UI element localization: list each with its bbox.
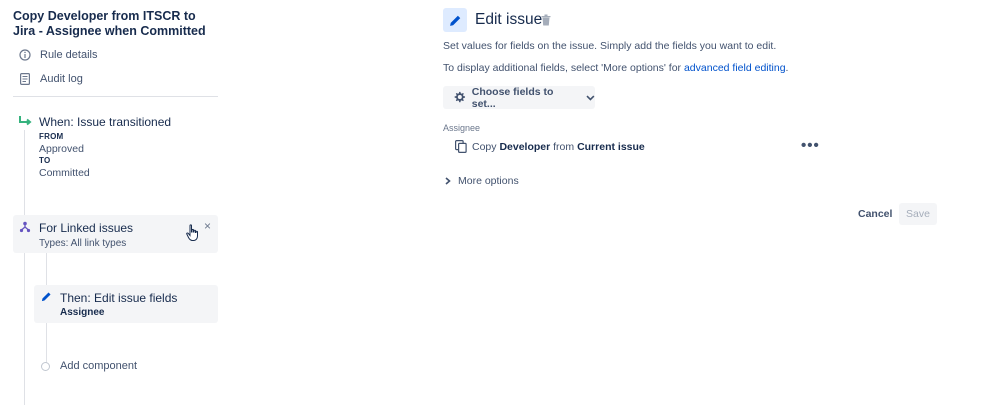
flow-connector <box>24 130 25 405</box>
editor-hint-suffix: . <box>785 62 789 74</box>
more-options-toggle[interactable]: More options <box>445 175 519 187</box>
assignee-field-label: Assignee <box>443 123 481 133</box>
assignee-copy-value[interactable]: Copy Developer from Current issue <box>455 140 645 153</box>
trash-icon[interactable] <box>541 14 551 26</box>
pencil-icon <box>449 15 460 26</box>
copy-field: Developer <box>499 140 551 153</box>
nav-audit-log-label: Audit log <box>40 73 83 85</box>
choose-fields-button[interactable]: Choose fields to set... <box>443 85 595 110</box>
edit-issue-header-icon <box>443 8 467 32</box>
nav-rule-details[interactable]: Rule details <box>18 48 97 62</box>
action-subtitle: Assignee <box>60 307 105 318</box>
copy-middle: from <box>550 140 578 153</box>
editor-hint-prefix: To display additional fields, select 'Mo… <box>443 62 684 74</box>
nav-rule-details-label: Rule details <box>40 49 98 61</box>
close-icon[interactable]: × <box>204 219 211 233</box>
trigger-from-value: Approved <box>39 143 84 155</box>
cancel-button[interactable]: Cancel <box>858 208 892 220</box>
page-title: Edit issue <box>475 11 543 28</box>
rule-title: Copy Developer from ITSCR to Jira - Assi… <box>13 9 206 38</box>
gear-icon <box>454 91 466 103</box>
editor-hint: To display additional fields, select 'Mo… <box>443 62 788 74</box>
document-icon <box>18 72 32 86</box>
choose-fields-label: Choose fields to set... <box>471 85 554 110</box>
branch-title: For Linked issues <box>39 221 134 235</box>
trigger-from-label: FROM <box>39 132 64 141</box>
chevron-down-icon <box>586 94 595 101</box>
sidebar-divider <box>13 96 218 97</box>
copy-source: Current issue <box>577 140 645 153</box>
more-options-label: More options <box>458 175 519 187</box>
save-button[interactable]: Save <box>899 203 937 225</box>
action-component[interactable]: Then: Edit issue fields Assignee <box>34 285 218 323</box>
editor-description: Set values for fields on the issue. Simp… <box>443 40 777 52</box>
pencil-icon <box>41 292 51 302</box>
advanced-field-editing-link[interactable]: advanced field editing <box>684 62 786 74</box>
nav-audit-log[interactable]: Audit log <box>18 72 83 86</box>
copy-icon <box>455 140 467 153</box>
trigger-title: When: Issue transitioned <box>39 115 172 129</box>
info-icon <box>18 48 32 62</box>
branch-icon <box>19 221 31 233</box>
chevron-right-icon <box>445 177 451 185</box>
hand-cursor-icon <box>186 224 198 241</box>
trigger-to-label: TO <box>39 156 51 165</box>
copy-prefix: Copy <box>472 140 500 153</box>
add-component-dot <box>41 361 50 371</box>
add-component-button[interactable]: Add component <box>41 360 137 372</box>
trigger-to-value: Committed <box>39 167 90 179</box>
transition-icon <box>19 116 32 126</box>
add-component-label: Add component <box>60 360 138 372</box>
branch-subtitle: Types: All link types <box>39 238 127 249</box>
rule-sidebar: Copy Developer from ITSCR to Jira - Assi… <box>0 0 230 405</box>
action-title: Then: Edit issue fields <box>60 291 178 305</box>
more-actions-button[interactable]: ••• <box>801 138 820 153</box>
